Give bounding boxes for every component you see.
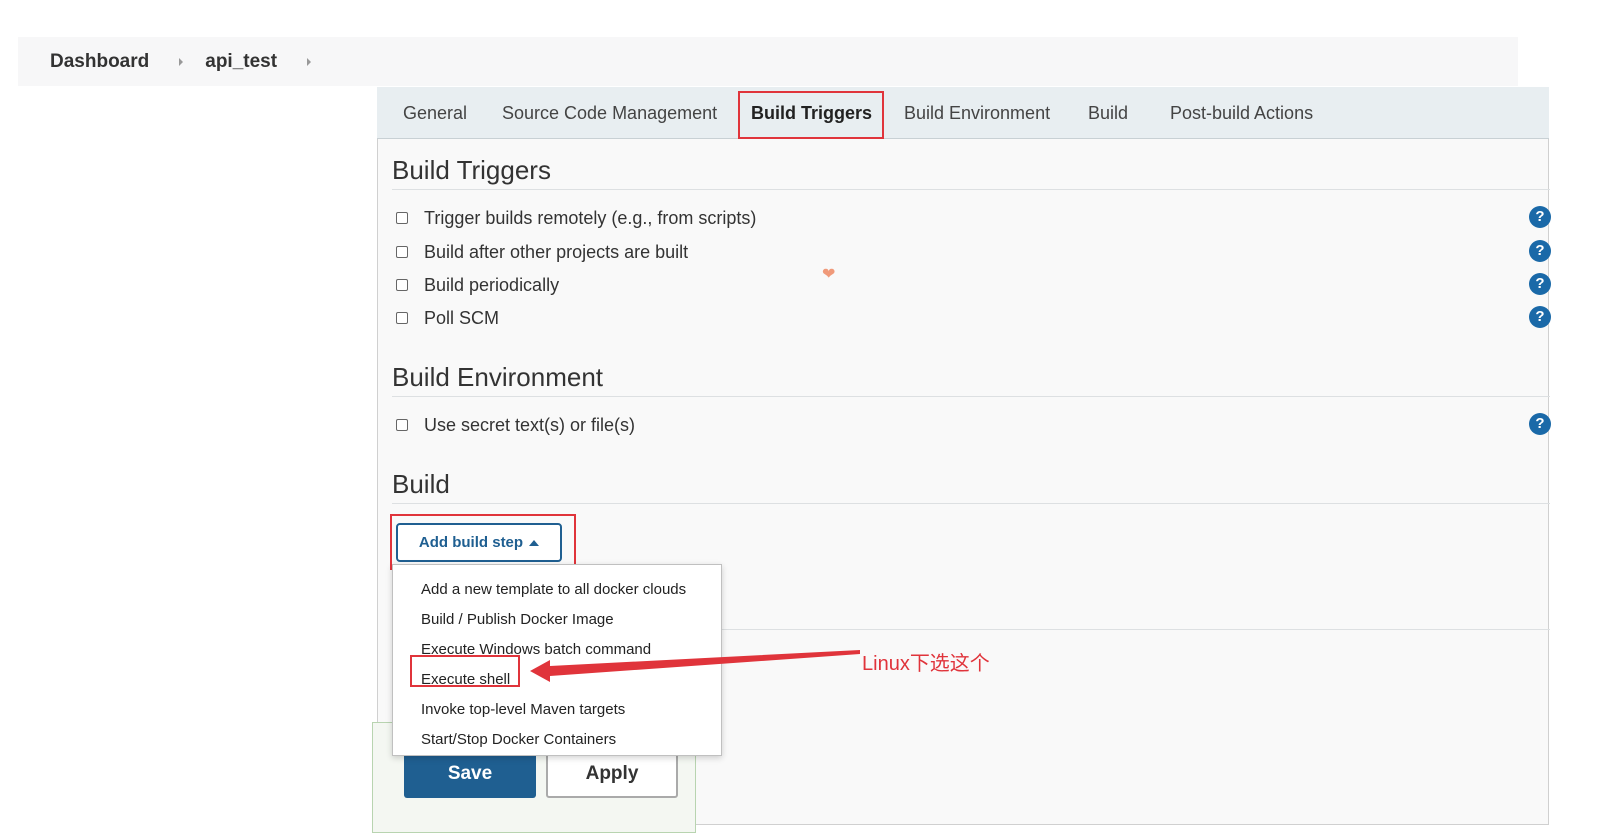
tab-bar: General Source Code Management Build Tri… xyxy=(377,87,1549,139)
chevron-right-icon[interactable] xyxy=(179,57,184,66)
annotation-label: Linux下选这个 xyxy=(862,653,990,675)
section-divider xyxy=(720,629,1550,630)
help-icon[interactable]: ? xyxy=(1529,413,1551,435)
apply-button[interactable]: Apply xyxy=(546,750,678,798)
build-triggers-heading: Build Triggers xyxy=(392,155,551,185)
save-button[interactable]: Save xyxy=(404,750,536,798)
help-icon[interactable]: ? xyxy=(1529,240,1551,262)
checkbox[interactable] xyxy=(396,212,408,224)
option-label: Build periodically xyxy=(424,274,560,295)
tab-build-environment[interactable]: Build Environment xyxy=(904,87,1050,139)
option-label: Poll SCM xyxy=(424,307,500,328)
option-label: Build after other projects are built xyxy=(424,241,689,262)
tab-build[interactable]: Build xyxy=(1088,87,1128,139)
menu-item-docker-containers[interactable]: Start/Stop Docker Containers xyxy=(421,731,616,748)
menu-highlight-box xyxy=(410,655,520,687)
button-highlight-box xyxy=(390,514,576,570)
breadcrumb-dashboard[interactable]: Dashboard xyxy=(50,51,149,73)
section-divider xyxy=(392,503,1550,504)
menu-item-docker-image[interactable]: Build / Publish Docker Image xyxy=(421,611,614,628)
tab-general[interactable]: General xyxy=(403,87,467,139)
chevron-right-icon[interactable] xyxy=(307,57,312,66)
checkbox[interactable] xyxy=(396,419,408,431)
breadcrumb-api-test[interactable]: api_test xyxy=(205,51,277,73)
section-divider xyxy=(392,189,1550,190)
option-build-periodically: Build periodically xyxy=(396,273,559,297)
section-divider xyxy=(392,396,1550,397)
checkbox[interactable] xyxy=(396,312,408,324)
build-environment-heading: Build Environment xyxy=(392,362,603,392)
checkbox[interactable] xyxy=(396,246,408,258)
tab-source-code-management[interactable]: Source Code Management xyxy=(502,87,717,139)
menu-item-maven-targets[interactable]: Invoke top-level Maven targets xyxy=(421,701,625,718)
option-label: Use secret text(s) or file(s) xyxy=(424,414,636,435)
option-poll-scm: Poll SCM xyxy=(396,306,499,330)
checkbox[interactable] xyxy=(396,279,408,291)
tab-post-build-actions[interactable]: Post-build Actions xyxy=(1170,87,1313,139)
menu-item-add-template[interactable]: Add a new template to all docker clouds xyxy=(421,581,686,598)
help-icon[interactable]: ? xyxy=(1529,273,1551,295)
heart-icon: ❤ xyxy=(822,266,836,283)
breadcrumb: Dashboard api_test xyxy=(18,37,1518,86)
option-label: Trigger builds remotely (e.g., from scri… xyxy=(424,207,757,228)
option-use-secret-text: Use secret text(s) or file(s) xyxy=(396,413,635,437)
help-icon[interactable]: ? xyxy=(1529,306,1551,328)
option-trigger-remotely: Trigger builds remotely (e.g., from scri… xyxy=(396,206,756,230)
option-build-after-other-projects: Build after other projects are built xyxy=(396,240,688,264)
build-heading: Build xyxy=(392,469,450,499)
tab-highlight-box xyxy=(738,91,884,139)
help-icon[interactable]: ? xyxy=(1529,206,1551,228)
